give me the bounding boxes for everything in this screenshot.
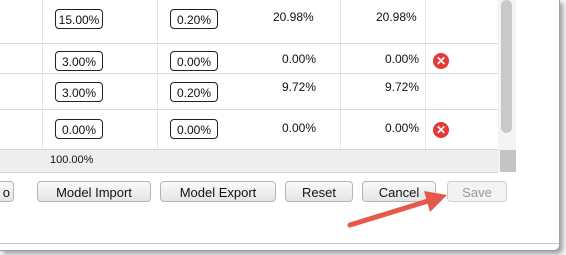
total-value: 100.00%: [50, 154, 94, 166]
column-divider: [340, 0, 341, 149]
fee-input[interactable]: 0.20%: [170, 82, 218, 102]
column-divider: [42, 0, 43, 149]
dialog-window: 15.00% 0.20% 20.98% 20.98% 3.00% 0.00% 0…: [0, 0, 560, 251]
remove-row-icon[interactable]: ✕: [433, 122, 449, 138]
fee-input[interactable]: 0.00%: [170, 119, 218, 139]
column-divider: [157, 0, 158, 149]
rate-input[interactable]: 15.00%: [55, 9, 103, 29]
value-cell: 0.00%: [385, 121, 420, 135]
save-button[interactable]: Save: [447, 181, 507, 202]
value-cell: 20.98%: [273, 10, 314, 24]
cancel-button[interactable]: Cancel: [362, 181, 436, 202]
scrollbar-thumb[interactable]: [501, 0, 512, 133]
value-cell: 0.00%: [385, 52, 420, 66]
allocation-table: 15.00% 0.20% 20.98% 20.98% 3.00% 0.00% 0…: [0, 0, 516, 173]
partial-button[interactable]: o: [0, 181, 14, 202]
rate-input[interactable]: 0.00%: [55, 119, 103, 139]
reset-button[interactable]: Reset: [285, 181, 353, 202]
fee-input[interactable]: 0.00%: [170, 51, 218, 71]
column-divider: [425, 0, 426, 149]
row-divider: [0, 43, 498, 44]
footer-divider: [0, 243, 559, 244]
value-cell: 9.72%: [282, 80, 317, 94]
value-cell: 0.00%: [282, 121, 317, 135]
value-cell: 9.72%: [385, 80, 420, 94]
remove-row-icon[interactable]: ✕: [433, 53, 449, 69]
model-import-button[interactable]: Model Import: [37, 181, 151, 202]
fee-input[interactable]: 0.20%: [170, 9, 218, 29]
rate-input[interactable]: 3.00%: [55, 51, 103, 71]
total-row: 100.00%: [0, 149, 498, 173]
row-divider: [0, 109, 498, 110]
scrollbar-lower-track[interactable]: [500, 150, 516, 172]
model-export-button[interactable]: Model Export: [160, 181, 276, 202]
value-cell: 0.00%: [282, 52, 317, 66]
value-cell: 20.98%: [376, 10, 417, 24]
rate-input[interactable]: 3.00%: [55, 82, 103, 102]
row-divider: [0, 73, 498, 74]
